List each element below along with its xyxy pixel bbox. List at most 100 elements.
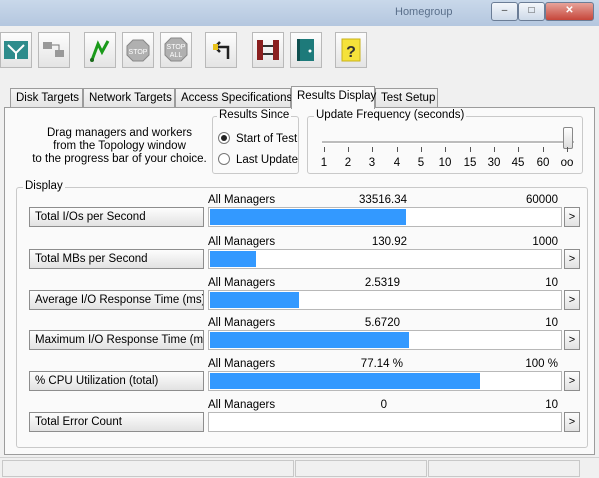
drag-instructions: Drag managers and workers from the Topol… [27, 127, 212, 166]
metric-select-button[interactable]: Maximum I/O Response Time (ms) [29, 330, 204, 350]
current-value: 0 [380, 399, 387, 411]
start-button[interactable] [84, 32, 116, 68]
tick-mark [470, 147, 471, 152]
progress-bar[interactable] [208, 290, 562, 310]
current-value: 130.92 [371, 236, 407, 248]
tick-marks [322, 147, 576, 153]
svg-text:STOP: STOP [167, 44, 186, 51]
manager-label: All Managers [208, 317, 276, 329]
tick-label-4: 4 [393, 157, 401, 169]
results-since-legend: Results Since [217, 109, 292, 121]
progress-bar[interactable] [208, 207, 562, 227]
progress-fill [210, 292, 299, 308]
exit-button[interactable] [290, 32, 322, 68]
range-button[interactable]: > [564, 330, 580, 350]
range-button[interactable]: > [564, 249, 580, 269]
metric-row: All Managers 130.92 1000 Total MBs per S… [5, 236, 596, 276]
progress-fill [210, 251, 256, 267]
start-of-test-radio[interactable]: Start of Test [218, 132, 297, 145]
max-value: 10 [545, 317, 558, 329]
start-of-test-label: Start of Test [236, 133, 298, 145]
status-bar [0, 457, 599, 478]
update-frequency-slider[interactable] [563, 127, 573, 149]
help-icon: ? [341, 38, 361, 62]
manager-label: All Managers [208, 399, 276, 411]
metric-row: All Managers 2.5319 10 Average I/O Respo… [5, 277, 596, 317]
range-button[interactable]: > [564, 207, 580, 227]
instruction-line: to the progress bar of your choice. [32, 153, 207, 165]
window-titlebar: Homegroup – □ ✕ [0, 0, 599, 26]
tick-mark [543, 147, 544, 152]
manager-label: All Managers [208, 236, 276, 248]
minimize-button[interactable]: – [491, 2, 518, 21]
stop-icon: STOP [126, 39, 150, 62]
range-button[interactable]: > [564, 290, 580, 310]
tick-mark [445, 147, 446, 152]
tick-mark [518, 147, 519, 152]
topology-icon [4, 41, 28, 59]
tick-mark [567, 147, 568, 152]
radio-unselected-icon [218, 153, 230, 165]
metric-select-button[interactable]: Total MBs per Second [29, 249, 204, 269]
max-value: 100 % [525, 358, 558, 370]
tab-access-specifications[interactable]: Access Specifications [175, 88, 292, 108]
metric-select-button[interactable]: Total Error Count [29, 412, 204, 432]
tab-network-targets[interactable]: Network Targets [83, 88, 175, 108]
tick-label-infinite: oo [560, 157, 574, 169]
max-value: 10 [545, 277, 558, 289]
range-button[interactable]: > [564, 371, 580, 391]
window-title: Homegroup [395, 6, 453, 18]
toolbar: STOP STOP ALL ? [0, 26, 599, 76]
tick-label-60: 60 [536, 157, 550, 169]
stop-all-icon: STOPALL [164, 37, 188, 62]
tick-mark [372, 147, 373, 152]
progress-bar[interactable] [208, 330, 562, 350]
maximize-button[interactable]: □ [518, 2, 545, 21]
exit-icon [297, 39, 314, 61]
stop-all-button[interactable]: STOP ALL [160, 32, 192, 68]
tab-results-display[interactable]: Results Display [291, 86, 376, 109]
progress-fill [210, 332, 409, 348]
current-value: 5.6720 [364, 317, 400, 329]
tick-label-2: 2 [344, 157, 352, 169]
tick-label-1: 1 [320, 157, 328, 169]
metric-select-button[interactable]: Average I/O Response Time (ms) [29, 290, 204, 310]
svg-text:STOP: STOP [129, 49, 148, 56]
progress-fill [210, 209, 406, 225]
instruction-line: Drag managers and workers [46, 127, 193, 139]
current-value: 33516.34 [359, 194, 407, 206]
tick-mark [421, 147, 422, 152]
stop-button[interactable]: STOP [122, 32, 154, 68]
tick-label-3: 3 [368, 157, 376, 169]
new-worker-icon [257, 40, 279, 60]
results-since-group: Results Since Start of Test Last Update [212, 109, 299, 174]
help-button[interactable]: ? [335, 32, 367, 68]
close-button[interactable]: ✕ [545, 2, 594, 21]
tick-label-10: 10 [438, 157, 452, 169]
topology-button[interactable] [0, 32, 32, 68]
metric-select-button[interactable]: Total I/Os per Second [29, 207, 204, 227]
range-button[interactable]: > [564, 412, 580, 432]
progress-bar[interactable] [208, 371, 562, 391]
reset-button[interactable] [205, 32, 237, 68]
tab-disk-targets[interactable]: Disk Targets [10, 88, 83, 108]
manager-label: All Managers [208, 277, 276, 289]
max-value: 10 [545, 399, 558, 411]
last-update-radio[interactable]: Last Update [218, 153, 298, 166]
status-pane [2, 460, 294, 477]
progress-bar[interactable] [208, 412, 562, 432]
metric-select-button[interactable]: % CPU Utilization (total) [29, 371, 204, 391]
tick-label-5: 5 [417, 157, 425, 169]
tick-mark [397, 147, 398, 152]
instruction-line: from the Topology window [53, 140, 186, 152]
svg-text:ALL: ALL [170, 52, 183, 59]
tick-label-15: 15 [463, 157, 477, 169]
tab-test-setup[interactable]: Test Setup [375, 88, 438, 108]
tick-label-30: 30 [487, 157, 501, 169]
current-value: 2.5319 [364, 277, 400, 289]
new-worker-button[interactable] [252, 32, 284, 68]
disconnect-button[interactable] [38, 32, 70, 68]
progress-bar[interactable] [208, 249, 562, 269]
radio-selected-icon [218, 132, 230, 144]
progress-fill [210, 373, 480, 389]
